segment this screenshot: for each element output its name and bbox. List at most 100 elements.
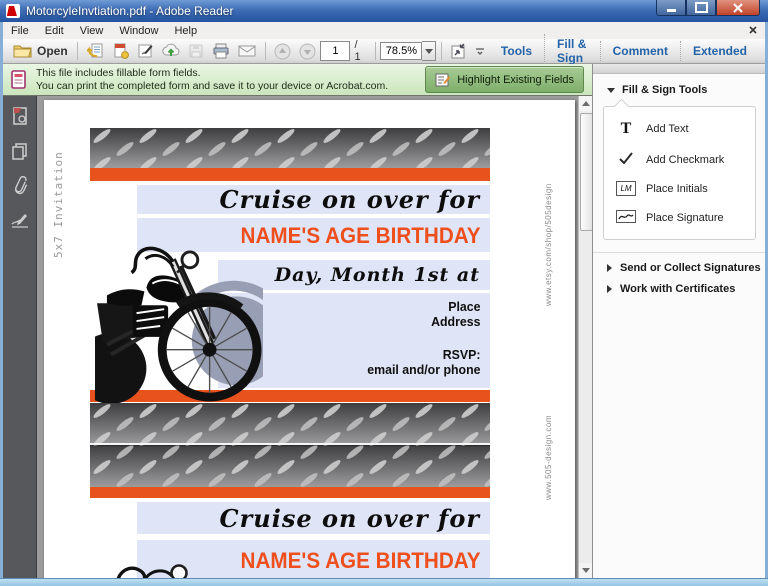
zoom-dropdown-button[interactable] [422, 41, 437, 61]
close-icon [733, 2, 743, 13]
adobe-reader-app-icon [6, 4, 20, 18]
orange-stripe [90, 487, 490, 498]
chevron-down-icon [424, 48, 433, 54]
send-collect-signatures-label: Send or Collect Signatures [620, 262, 761, 274]
page-thumbnails-icon[interactable] [11, 106, 29, 126]
close-icon [749, 25, 757, 34]
save-button[interactable] [184, 41, 208, 61]
zoom-level-value[interactable]: 78.5% [380, 42, 423, 60]
fill-sign-tools-header[interactable]: Fill & Sign Tools [593, 74, 766, 102]
arrow-down-icon [582, 568, 590, 573]
fit-page-button[interactable] [447, 41, 471, 61]
email-icon [238, 45, 256, 57]
form-document-icon [11, 69, 26, 89]
menu-help[interactable]: Help [166, 24, 205, 38]
signatures-icon[interactable] [10, 212, 30, 228]
menu-view[interactable]: View [72, 24, 112, 38]
place-signature-label: Place Signature [646, 212, 724, 224]
tab-extended[interactable]: Extended [679, 41, 759, 61]
navigation-pane [3, 96, 37, 578]
page-number-input[interactable] [320, 41, 351, 61]
minimize-button[interactable] [656, 0, 686, 16]
document-scrollbar[interactable] [578, 96, 593, 578]
maximize-icon [694, 2, 708, 13]
tab-fill-sign[interactable]: Fill & Sign [544, 34, 600, 68]
pdf-page: 5x7 Invitation www.etsy.com/shop/505desi… [44, 100, 575, 578]
document-pane: 5x7 Invitation www.etsy.com/shop/505desi… [37, 96, 578, 578]
cloud-upload-icon [161, 43, 179, 56]
place-initials-label: Place Initials [646, 182, 708, 195]
motorcycle-handlebars-partial [116, 564, 188, 578]
etsy-url-vertical-text: www.etsy.com/shop/505design [544, 183, 553, 306]
bookmarks-icon[interactable] [11, 142, 29, 160]
export-pdf-button[interactable] [83, 41, 108, 61]
minimize-icon [666, 8, 676, 12]
create-pdf-icon [114, 43, 129, 59]
tools-panel: Fill & Sign Tools T Add Text Add Checkma… [592, 64, 766, 578]
window-border-left [0, 22, 3, 578]
toolbar-tabs: Tools Fill & Sign Comment Extended [489, 34, 759, 68]
contact-text: email and/or phone [367, 362, 481, 377]
place-text: Place [448, 299, 481, 314]
highlight-fields-label: Highlight Existing Fields [457, 73, 574, 86]
print-button[interactable] [208, 41, 234, 61]
previous-page-button[interactable] [270, 41, 295, 62]
toolbar-overflow-button[interactable] [471, 44, 489, 58]
fold-line [90, 443, 490, 445]
title-bar: MotorcyleInvtiation.pdf - Adobe Reader [0, 0, 768, 22]
window-title: MotorcyleInvtiation.pdf - Adobe Reader [26, 4, 234, 18]
menu-file[interactable]: File [3, 24, 37, 38]
chevron-right-icon [607, 264, 612, 272]
open-button[interactable]: Open [9, 42, 72, 61]
scroll-down-button[interactable] [579, 563, 593, 578]
scroll-up-button[interactable] [579, 96, 593, 111]
form-fields-notification-bar: This file includes fillable form fields.… [3, 64, 592, 96]
invitation-size-label: 5x7 Invitation [52, 151, 65, 258]
close-button[interactable] [716, 0, 760, 16]
script-line-text-2: Cruise on over for [219, 504, 480, 533]
checkmark-icon [616, 152, 636, 167]
add-text-label: Add Text [646, 123, 689, 135]
notification-line1: This file includes fillable form fields. [36, 66, 201, 79]
highlight-existing-fields-button[interactable]: Highlight Existing Fields [425, 66, 584, 93]
cloud-upload-button[interactable] [158, 41, 184, 61]
form-field-script-line[interactable]: Cruise on over for [137, 185, 490, 214]
initials-icon: LM [616, 181, 636, 196]
window-border-bottom [0, 578, 768, 586]
next-page-button[interactable] [295, 41, 320, 62]
toolbar-overflow-icon [475, 48, 484, 55]
maximize-button[interactable] [686, 0, 716, 16]
work-with-certificates-section[interactable]: Work with Certificates [593, 274, 766, 295]
motorcycle-graphic [95, 246, 263, 404]
chevron-right-icon [607, 285, 612, 293]
sign-document-button[interactable] [133, 41, 158, 61]
fit-page-icon [451, 43, 465, 59]
orange-stripe [90, 168, 490, 181]
previous-page-icon [274, 43, 291, 59]
place-signature-tool[interactable]: Place Signature [604, 203, 755, 233]
address-text: Address [431, 314, 481, 329]
rsvp-text: RSVP: [442, 347, 481, 362]
add-checkmark-tool[interactable]: Add Checkmark [604, 145, 755, 174]
next-page-icon [299, 43, 316, 59]
open-folder-icon [13, 45, 32, 57]
create-pdf-button[interactable] [108, 41, 133, 61]
menu-edit[interactable]: Edit [37, 24, 72, 38]
add-text-tool[interactable]: T Add Text [604, 113, 755, 145]
headline-text-2: NAME'S AGE BIRTHDAY [240, 548, 481, 573]
save-icon [189, 44, 203, 58]
tab-tools[interactable]: Tools [489, 41, 544, 61]
attachments-icon[interactable] [12, 176, 28, 196]
menu-window[interactable]: Window [111, 24, 166, 38]
print-icon [213, 43, 229, 59]
send-collect-signatures-section[interactable]: Send or Collect Signatures [593, 253, 766, 274]
notification-line2: You can print the completed form and sav… [36, 79, 389, 92]
diamond-plate-band-fold [90, 403, 490, 487]
panel-top-strip [593, 64, 766, 74]
email-button[interactable] [234, 42, 260, 60]
fill-sign-tools-box: T Add Text Add Checkmark LM Place Initia… [603, 98, 756, 240]
form-field-script-line-2[interactable]: Cruise on over for [137, 502, 490, 534]
place-initials-tool[interactable]: LM Place Initials [604, 174, 755, 203]
tab-comment[interactable]: Comment [599, 41, 680, 61]
designer-url-vertical-text: www.505-design.com [544, 414, 553, 500]
